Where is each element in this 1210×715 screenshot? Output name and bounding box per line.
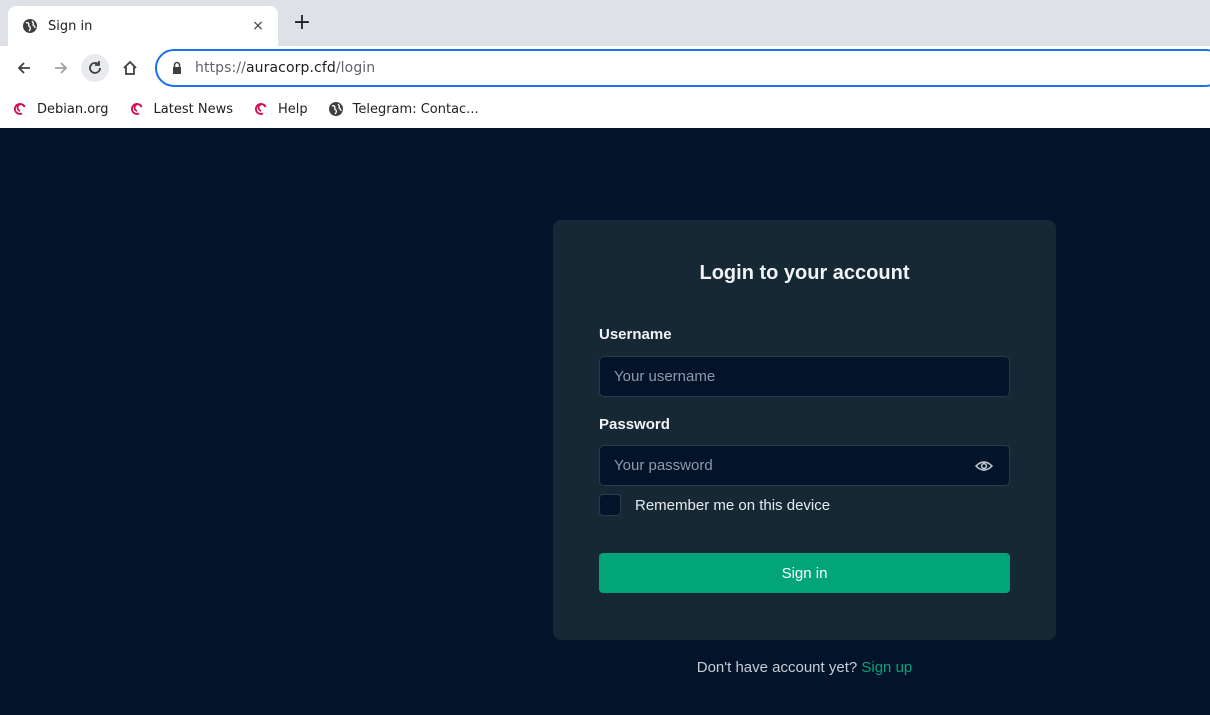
debian-swirl-icon: [253, 101, 269, 117]
tab-title: Sign in: [48, 18, 93, 34]
username-label: Username: [599, 326, 672, 343]
forward-button[interactable]: [47, 54, 75, 82]
browser-toolbar: https://auracorp.cfd/login: [0, 46, 1210, 90]
username-input[interactable]: Your username: [599, 356, 1010, 397]
lock-icon: [171, 61, 183, 75]
remember-checkbox[interactable]: [599, 494, 621, 516]
url-host: auracorp.cfd: [245, 60, 336, 76]
tab-close-icon[interactable]: ×: [250, 18, 266, 34]
bookmark-telegram[interactable]: Telegram: Contac...: [328, 101, 479, 117]
home-button[interactable]: [116, 54, 144, 82]
bookmark-debian[interactable]: Debian.org: [12, 101, 109, 117]
reload-icon: [89, 61, 101, 74]
login-card: Login to your account Username Your user…: [553, 220, 1056, 640]
password-input[interactable]: Your password: [599, 445, 1010, 486]
url-text: https://auracorp.cfd/login: [195, 60, 375, 76]
sign-up-link[interactable]: Sign up: [861, 659, 912, 676]
debian-swirl-icon: [12, 101, 28, 117]
bookmark-label: Telegram: Contac...: [352, 101, 479, 117]
arrow-right-icon: [55, 62, 68, 74]
bookmark-label: Debian.org: [37, 101, 109, 117]
signup-prompt: Don't have account yet?: [696, 659, 858, 676]
eye-icon[interactable]: [975, 458, 993, 474]
password-placeholder: Your password: [614, 457, 713, 474]
page-viewport: Login to your account Username Your user…: [0, 128, 1210, 715]
bookmark-help[interactable]: Help: [253, 101, 308, 117]
tab-strip: Sign in × +: [0, 0, 1210, 46]
username-placeholder: Your username: [614, 368, 716, 385]
address-bar[interactable]: https://auracorp.cfd/login: [155, 49, 1210, 87]
password-label: Password: [599, 416, 670, 433]
bookmark-label: Help: [277, 101, 308, 117]
url-path: /login: [335, 60, 376, 76]
sign-in-button[interactable]: Sign in: [599, 553, 1010, 593]
arrow-left-icon: [17, 62, 30, 74]
url-scheme: https://: [195, 60, 246, 76]
browser-tab[interactable]: Sign in ×: [8, 6, 278, 46]
back-button[interactable]: [10, 54, 38, 82]
remember-label: Remember me on this device: [635, 496, 831, 514]
login-title: Login to your account: [699, 262, 910, 284]
bookmarks-bar: Debian.org Latest News Help Telegram: Co…: [0, 90, 1210, 128]
debian-swirl-icon: [129, 101, 145, 117]
bookmark-latest-news[interactable]: Latest News: [129, 101, 233, 117]
new-tab-button[interactable]: +: [290, 12, 314, 36]
remember-me[interactable]: Remember me on this device: [599, 494, 830, 516]
signup-row: Don't have account yet? Sign up: [553, 659, 1056, 676]
globe-icon: [22, 18, 38, 34]
reload-button[interactable]: [81, 54, 109, 82]
bookmark-label: Latest News: [153, 101, 233, 117]
globe-icon: [328, 101, 344, 117]
home-icon: [123, 60, 137, 75]
